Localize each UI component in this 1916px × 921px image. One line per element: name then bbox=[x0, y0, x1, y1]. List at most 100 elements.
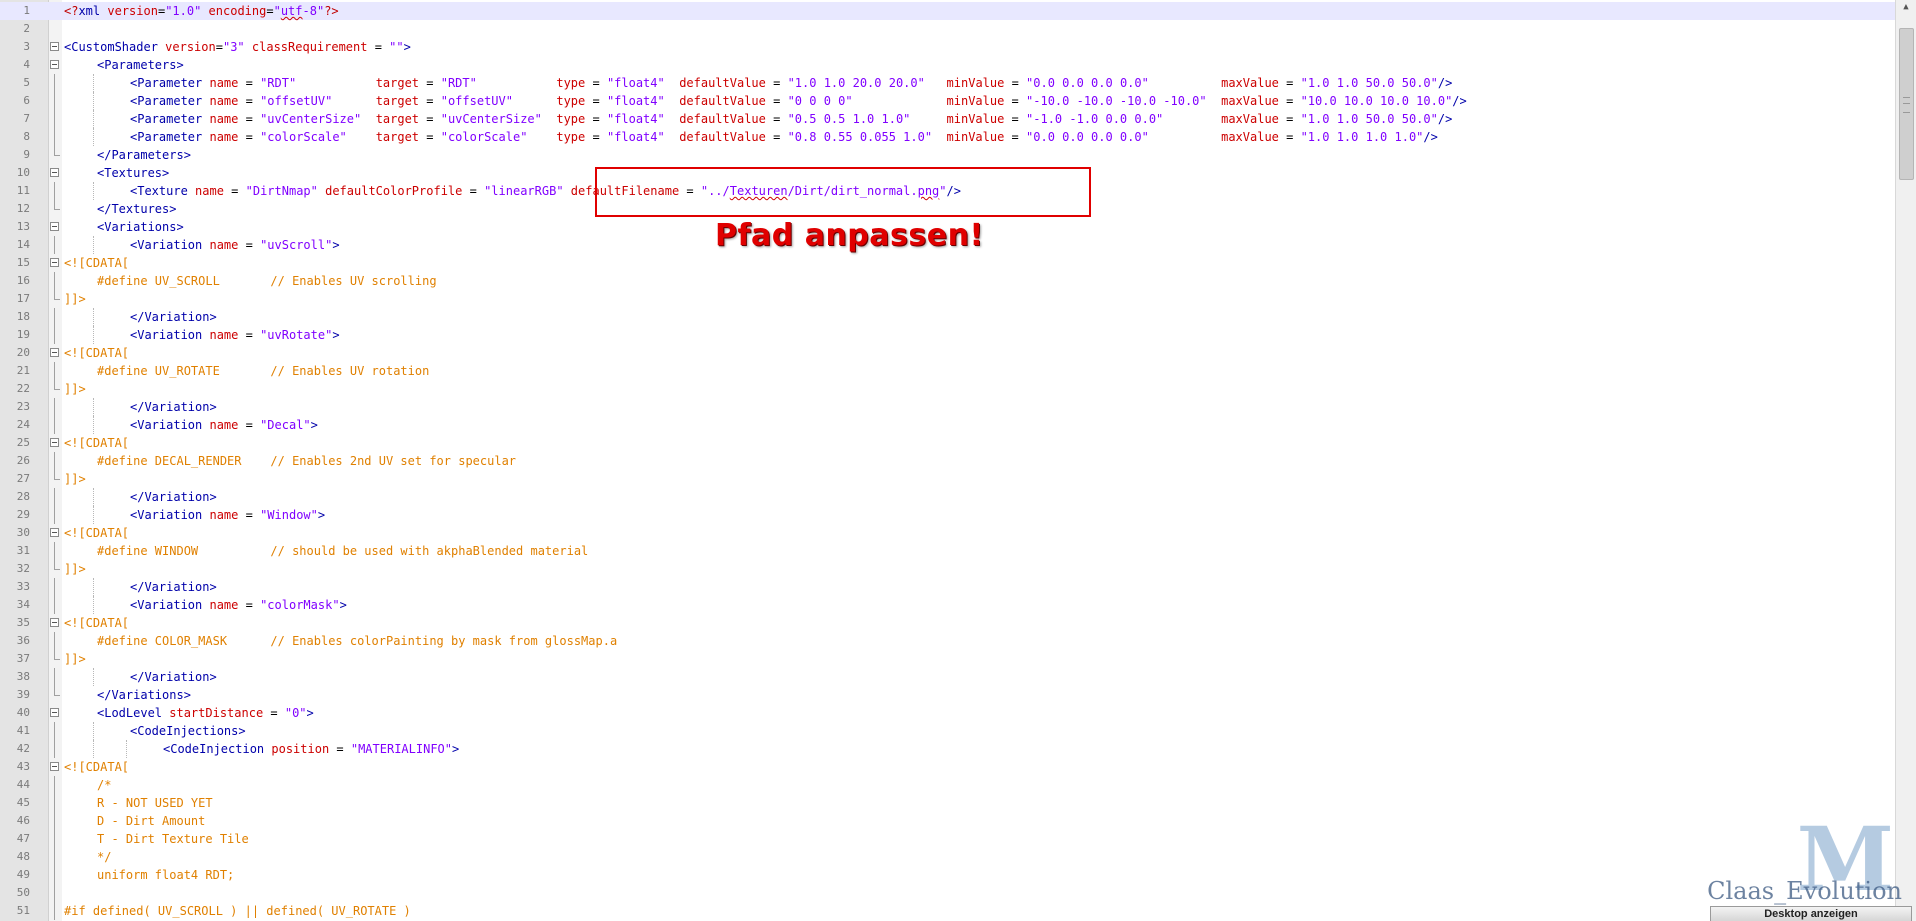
code-line[interactable]: 22]]> bbox=[0, 380, 1896, 398]
fold-toggle-icon[interactable] bbox=[50, 762, 59, 771]
fold-toggle-icon[interactable] bbox=[50, 708, 59, 717]
fold-toggle-icon[interactable] bbox=[50, 168, 59, 177]
code-line[interactable]: 24 <Variation name = "Decal"> bbox=[0, 416, 1896, 434]
scroll-up-arrow-icon[interactable]: ▲ bbox=[1896, 0, 1916, 14]
code-line[interactable]: 30 <![CDATA[ bbox=[0, 524, 1896, 542]
fold-toggle-icon[interactable] bbox=[50, 258, 59, 267]
code-line[interactable]: 17]]> bbox=[0, 290, 1896, 308]
code-line[interactable]: 6 <Parameter name = "offsetUV" target = "… bbox=[0, 92, 1896, 110]
fold-end-mark bbox=[54, 389, 60, 390]
code-line[interactable]: 41 <CodeInjections> bbox=[0, 722, 1896, 740]
code-token: > bbox=[403, 40, 411, 54]
code-line[interactable]: 45 R - NOT USED YET bbox=[0, 794, 1896, 812]
code-line[interactable]: 43 <![CDATA[ bbox=[0, 758, 1896, 776]
code-line[interactable]: 20 <![CDATA[ bbox=[0, 344, 1896, 362]
indent-guide bbox=[93, 236, 94, 254]
code-line[interactable]: 32]]> bbox=[0, 560, 1896, 578]
fold-toggle-icon[interactable] bbox=[50, 222, 59, 231]
code-line[interactable]: 33 </Variation> bbox=[0, 578, 1896, 596]
code-token: <Variation bbox=[130, 418, 210, 432]
code-line[interactable]: 21 #define UV_ROTATE // Enables UV rotati… bbox=[0, 362, 1896, 380]
code-text: ]]> bbox=[64, 380, 86, 398]
code-line[interactable]: 29 <Variation name = "Window"> bbox=[0, 506, 1896, 524]
scrollbar-thumb[interactable] bbox=[1899, 28, 1914, 180]
code-line[interactable]: 16 #define UV_SCROLL // Enables UV scroll… bbox=[0, 272, 1896, 290]
code-token: #define COLOR_MASK // Enables colorPaint… bbox=[97, 634, 618, 648]
code-line[interactable]: 4 <Parameters> bbox=[0, 56, 1896, 74]
code-line[interactable]: 8 <Parameter name = "colorScale" target =… bbox=[0, 128, 1896, 146]
code-token: "1.0" bbox=[165, 4, 202, 18]
code-line[interactable]: 36 #define COLOR_MASK // Enables colorPai… bbox=[0, 632, 1896, 650]
code-token: "Window" bbox=[260, 508, 318, 522]
code-line[interactable]: 37]]> bbox=[0, 650, 1896, 668]
code-line[interactable]: 2 bbox=[0, 20, 1896, 38]
fold-toggle-icon[interactable] bbox=[50, 348, 59, 357]
fold-toggle-icon[interactable] bbox=[50, 42, 59, 51]
code-token: name bbox=[209, 94, 239, 108]
code-line[interactable]: 15 <![CDATA[ bbox=[0, 254, 1896, 272]
code-line[interactable]: 25 <![CDATA[ bbox=[0, 434, 1896, 452]
code-line[interactable]: 38 </Variation> bbox=[0, 668, 1896, 686]
fold-line bbox=[54, 452, 55, 470]
code-line[interactable]: 44 /* bbox=[0, 776, 1896, 794]
code-line[interactable]: 34 <Variation name = "colorMask"> bbox=[0, 596, 1896, 614]
line-number: 41 bbox=[16, 724, 30, 737]
code-line[interactable]: 47 T - Dirt Texture Tile bbox=[0, 830, 1896, 848]
code-area[interactable]: 1 <?xml version="1.0" encoding="utf-8"?> 2… bbox=[0, 0, 1896, 921]
line-number: 25 bbox=[16, 436, 30, 449]
code-token: name bbox=[209, 508, 239, 522]
code-line[interactable]: 31 #define WINDOW // should be used with … bbox=[0, 542, 1896, 560]
code-token: = bbox=[1004, 76, 1027, 90]
code-line[interactable]: 49 uniform float4 RDT; bbox=[0, 866, 1896, 884]
code-line[interactable]: 26 #define DECAL_RENDER // Enables 2nd UV… bbox=[0, 452, 1896, 470]
code-line[interactable]: 19 <Variation name = "uvRotate"> bbox=[0, 326, 1896, 344]
code-text: </Variation> bbox=[130, 488, 217, 506]
code-line[interactable]: 1 <?xml version="1.0" encoding="utf-8"?> bbox=[0, 2, 1896, 20]
code-line[interactable]: 51 #if defined( UV_SCROLL ) || defined( U… bbox=[0, 902, 1896, 920]
code-line[interactable]: 48 */ bbox=[0, 848, 1896, 866]
fold-toggle-icon[interactable] bbox=[50, 60, 59, 69]
code-line[interactable]: 39 </Variations> bbox=[0, 686, 1896, 704]
code-token: xml bbox=[78, 4, 101, 18]
code-line[interactable]: 50 bbox=[0, 884, 1896, 902]
code-token: "3" bbox=[222, 40, 245, 54]
code-token: <![CDATA[ bbox=[64, 256, 130, 270]
code-line[interactable]: 46 D - Dirt Amount bbox=[0, 812, 1896, 830]
code-line[interactable]: 28 </Variation> bbox=[0, 488, 1896, 506]
line-number: 42 bbox=[16, 742, 30, 755]
code-token: "-10.0 -10.0 -10.0 -10.0" bbox=[1026, 94, 1207, 108]
line-number: 29 bbox=[16, 508, 30, 521]
code-line[interactable]: 18 </Variation> bbox=[0, 308, 1896, 326]
line-number: 28 bbox=[16, 490, 30, 503]
line-number: 26 bbox=[16, 454, 30, 467]
code-editor[interactable]: 1 <?xml version="1.0" encoding="utf-8"?> 2… bbox=[0, 0, 1916, 921]
code-line[interactable]: 35 <![CDATA[ bbox=[0, 614, 1896, 632]
code-line[interactable]: 9 </Parameters> bbox=[0, 146, 1896, 164]
vertical-scrollbar[interactable]: ▲ bbox=[1895, 0, 1916, 921]
line-number: 8 bbox=[23, 130, 30, 143]
annotation-highlight-box bbox=[595, 167, 1091, 217]
code-token: ?> bbox=[324, 4, 339, 18]
show-desktop-button[interactable]: Desktop anzeigen bbox=[1710, 906, 1912, 921]
code-token: "DirtNmap" bbox=[245, 184, 318, 198]
indent-guide bbox=[93, 578, 94, 596]
code-token: > bbox=[332, 328, 340, 342]
code-token: name bbox=[209, 328, 239, 342]
code-line[interactable]: 5 <Parameter name = "RDT" target = "RDT" … bbox=[0, 74, 1896, 92]
code-line[interactable]: 40 <LodLevel startDistance = "0"> bbox=[0, 704, 1896, 722]
fold-toggle-icon[interactable] bbox=[50, 618, 59, 627]
code-line[interactable]: 42 <CodeInjection position = "MATERIALINF… bbox=[0, 740, 1896, 758]
code-line[interactable]: 3 <CustomShader version="3" classRequirem… bbox=[0, 38, 1896, 56]
line-number: 20 bbox=[16, 346, 30, 359]
code-line[interactable]: 27]]> bbox=[0, 470, 1896, 488]
code-token: "colorScale" bbox=[440, 130, 528, 144]
fold-line bbox=[54, 830, 55, 848]
code-line[interactable]: 7 <Parameter name = "uvCenterSize" target… bbox=[0, 110, 1896, 128]
fold-toggle-icon[interactable] bbox=[50, 438, 59, 447]
code-line[interactable]: 23 </Variation> bbox=[0, 398, 1896, 416]
fold-toggle-icon[interactable] bbox=[50, 528, 59, 537]
